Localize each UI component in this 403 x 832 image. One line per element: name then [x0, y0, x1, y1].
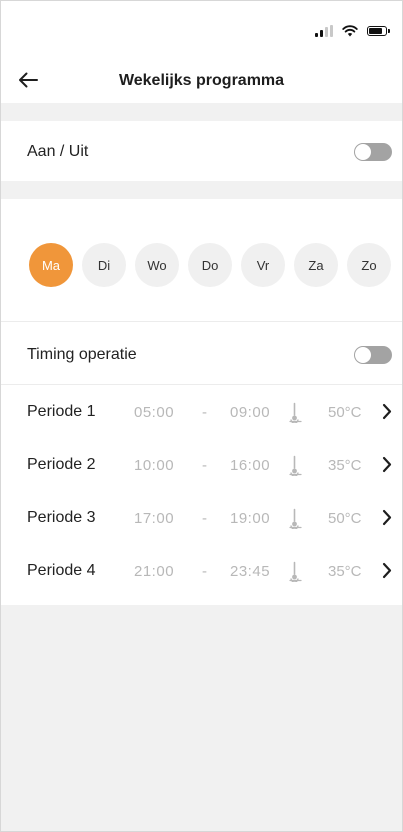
battery-icon: [367, 26, 390, 36]
toggle-knob: [355, 347, 371, 363]
period-end-time: 19:00: [230, 510, 271, 527]
period-end-time: 23:45: [230, 563, 271, 580]
period-start-time: 05:00: [134, 404, 175, 421]
period-start-time: 10:00: [134, 457, 175, 474]
day-button-wo[interactable]: Wo: [135, 243, 179, 287]
status-bar: [1, 1, 402, 57]
onoff-toggle[interactable]: [354, 143, 392, 161]
app-frame: Wekelijks programma Aan / Uit Ma Di Wo Do Vr…: [0, 0, 403, 832]
chevron-right-icon[interactable]: [382, 456, 392, 473]
wifi-icon: [342, 25, 358, 37]
thermometer-icon: [289, 561, 302, 582]
chevron-right-icon[interactable]: [382, 509, 392, 526]
period-label: Periode 4: [27, 562, 96, 579]
section-gap: [1, 103, 402, 121]
timing-row: Timing operatie: [1, 322, 402, 385]
day-button-di[interactable]: Di: [82, 243, 126, 287]
status-icons: [315, 25, 390, 37]
signal-icon: [315, 25, 333, 37]
day-button-za[interactable]: Za: [294, 243, 338, 287]
thermometer-icon: [289, 508, 302, 529]
thermometer-icon: [289, 402, 302, 423]
period-temperature: 35°C: [328, 457, 362, 474]
period-row[interactable]: Periode 2 10:00 - 16:00 35°C: [1, 438, 402, 491]
onoff-row: Aan / Uit: [1, 121, 402, 181]
period-separator: -: [202, 457, 208, 474]
period-separator: -: [202, 510, 208, 527]
period-end-time: 16:00: [230, 457, 271, 474]
thermometer-icon: [289, 455, 302, 476]
period-list: Periode 1 05:00 - 09:00 50°C Periode 2 10:00 - 1…: [1, 385, 402, 597]
chevron-right-icon[interactable]: [382, 562, 392, 579]
period-row[interactable]: Periode 3 17:00 - 19:00 50°C: [1, 491, 402, 544]
page-title: Wekelijks programma: [118, 72, 285, 89]
day-selector: Ma Di Wo Do Vr Za Zo: [1, 199, 402, 322]
nav-header: Wekelijks programma: [1, 57, 402, 103]
onoff-label: Aan / Uit: [27, 143, 89, 160]
period-label: Periode 1: [27, 403, 96, 420]
period-label: Periode 3: [27, 509, 96, 526]
period-end-time: 09:00: [230, 404, 271, 421]
toggle-knob: [355, 144, 371, 160]
period-temperature: 35°C: [328, 563, 362, 580]
day-button-zo[interactable]: Zo: [347, 243, 391, 287]
section-gap: [1, 181, 402, 199]
period-label: Periode 2: [27, 456, 96, 473]
period-separator: -: [202, 404, 208, 421]
chevron-right-icon[interactable]: [382, 403, 392, 420]
day-button-do[interactable]: Do: [188, 243, 232, 287]
day-button-ma[interactable]: Ma: [29, 243, 73, 287]
period-temperature: 50°C: [328, 510, 362, 527]
period-start-time: 21:00: [134, 563, 175, 580]
timing-toggle[interactable]: [354, 346, 392, 364]
timing-label: Timing operatie: [27, 346, 137, 363]
period-separator: -: [202, 563, 208, 580]
list-padding: [1, 597, 402, 605]
period-start-time: 17:00: [134, 510, 175, 527]
period-row[interactable]: Periode 1 05:00 - 09:00 50°C: [1, 385, 402, 438]
period-temperature: 50°C: [328, 404, 362, 421]
day-button-vr[interactable]: Vr: [241, 243, 285, 287]
period-row[interactable]: Periode 4 21:00 - 23:45 35°C: [1, 544, 402, 597]
